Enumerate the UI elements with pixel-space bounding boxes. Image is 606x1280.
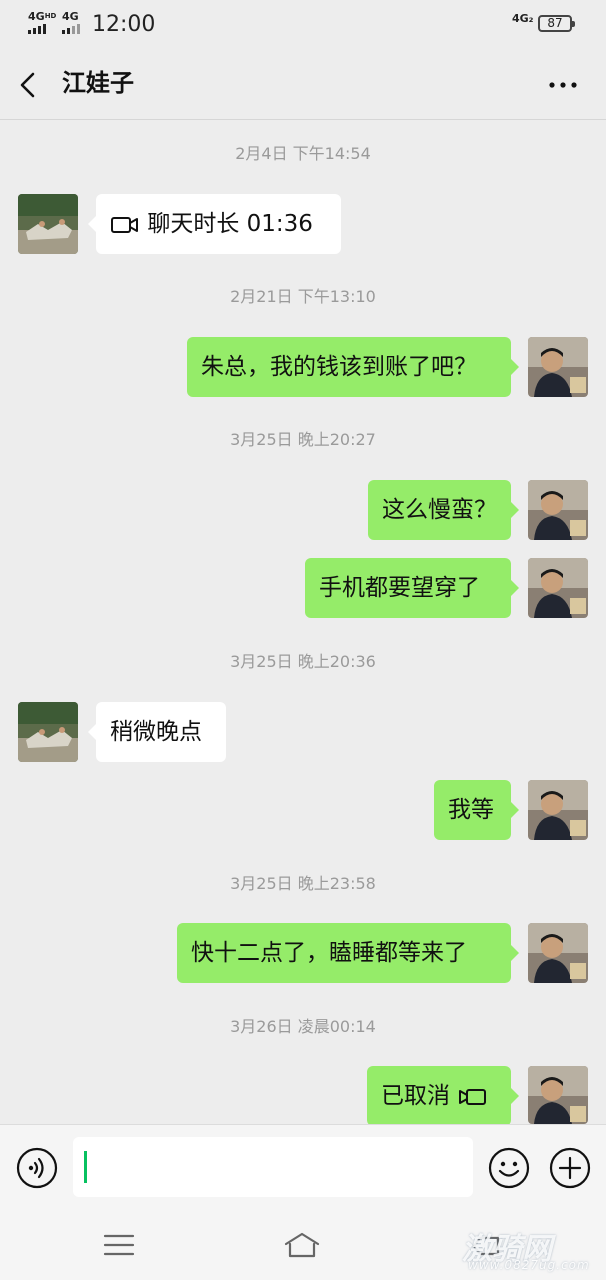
text-caret [84,1151,87,1183]
message-text: 朱总，我的钱该到账了吧？ [201,354,477,380]
message-bubble-incoming[interactable]: 稍微晚点 [88,702,226,762]
user-avatar[interactable] [528,1066,588,1124]
user-avatar[interactable] [528,558,588,618]
message-bubble-incoming[interactable]: 聊天时长 01:36 [88,194,341,254]
status-bar: 4GHD 4G 12:00 4G₂ 87 [0,0,606,48]
watermark-url: www.0827ug.com [468,1258,590,1272]
message-text: 我等 [448,797,494,823]
input-bar [0,1124,606,1210]
emoji-icon[interactable] [488,1147,530,1189]
timestamp: 3月26日 凌晨00:14 [230,1017,376,1036]
home-icon[interactable] [284,1230,320,1260]
timestamp: 3月25日 晚上20:27 [230,430,376,449]
signal-indicator-2: 4G [62,11,80,34]
contact-avatar[interactable] [18,194,78,254]
user-avatar[interactable] [528,337,588,397]
page-title: 江娃子 [62,69,134,97]
signal-bars-icon [62,24,80,34]
message-text: 已取消 [381,1083,450,1109]
chevron-left-icon[interactable] [14,70,44,100]
message-text: 快十二点了，瞌睡都等来了 [191,940,467,966]
user-avatar[interactable] [528,923,588,983]
message-bubble-outgoing[interactable]: 手机都要望穿了 [305,558,519,618]
message-text: 这么慢蛮？ [382,497,497,523]
signal-bars-icon [28,24,56,34]
chat-header: 江娃子 [0,48,606,120]
signal-1-sup: HD [44,12,57,20]
message-text: 手机都要望穿了 [319,575,480,601]
message-text: 稍微晚点 [110,719,202,745]
network-indicator: 4G₂ [512,12,534,25]
timestamp: 3月25日 晚上23:58 [230,874,376,893]
message-bubble-outgoing[interactable]: 这么慢蛮？ [368,480,519,540]
timestamp: 2月4日 下午14:54 [235,144,371,163]
signal-1-label: 4G [28,10,45,23]
contact-avatar[interactable] [18,702,78,762]
clock: 12:00 [92,12,156,37]
timestamp: 3月25日 晚上20:36 [230,652,376,671]
timestamp: 2月21日 下午13:10 [230,287,376,306]
message-bubble-outgoing[interactable]: 我等 [434,780,519,840]
message-input[interactable] [73,1137,473,1197]
message-bubble-outgoing[interactable]: 快十二点了，瞌睡都等来了 [177,923,519,983]
user-avatar[interactable] [528,780,588,840]
message-bubble-outgoing[interactable]: 朱总，我的钱该到账了吧？ [187,337,519,397]
menu-icon[interactable] [101,1230,137,1260]
plus-icon[interactable] [549,1147,591,1189]
signal-2-label: 4G [62,10,79,23]
video-call-icon [111,216,138,233]
user-avatar[interactable] [528,480,588,540]
battery-icon: 87 [538,15,575,32]
video-call-icon [459,1088,487,1105]
more-dots-icon[interactable] [546,70,580,100]
message-text: 聊天时长 01:36 [147,211,313,237]
voice-icon[interactable] [16,1147,58,1189]
signal-indicator-1: 4GHD [28,11,56,34]
message-bubble-outgoing[interactable]: 已取消 [367,1066,519,1126]
